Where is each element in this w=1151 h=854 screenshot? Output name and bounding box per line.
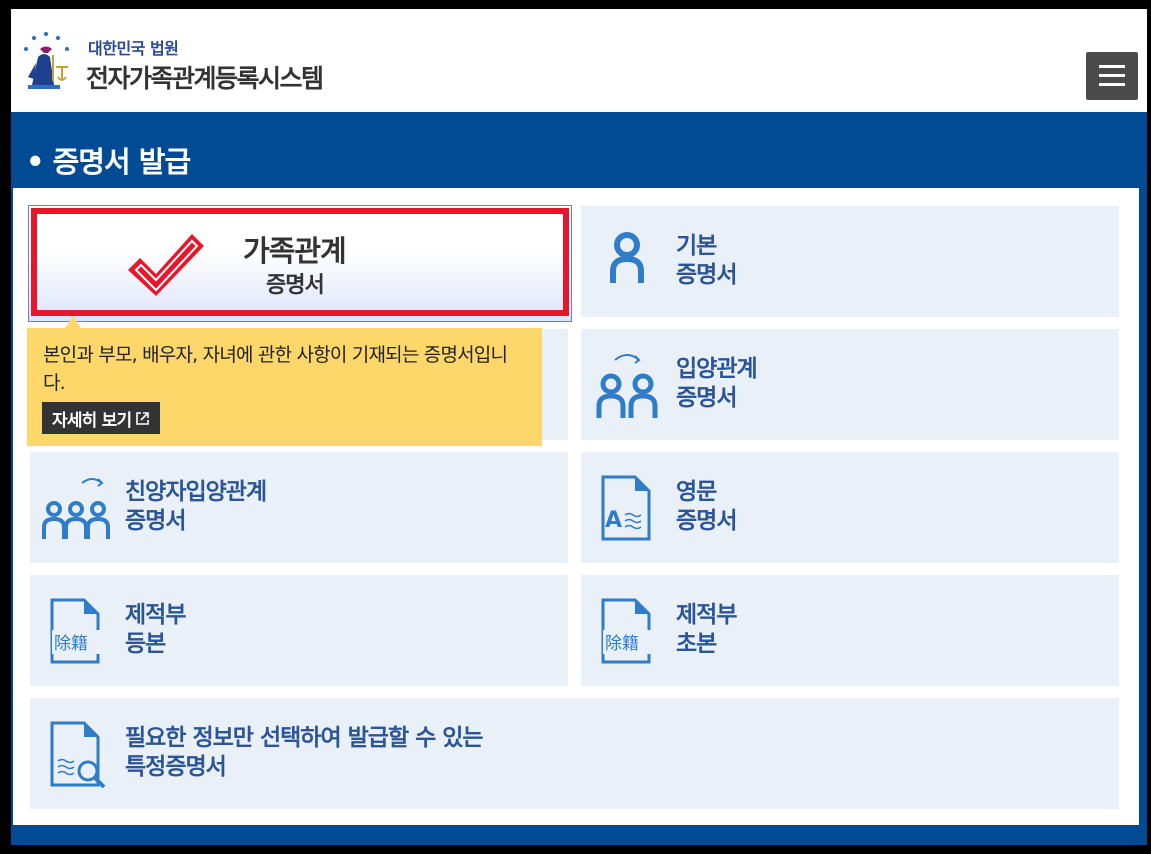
- card-basic-certificate[interactable]: 기본 증명서: [581, 206, 1119, 317]
- certificate-menu: 기본 증명서 입양관계 증명서 친양자입양관계 증명서 A 영문 증명서 除籍 …: [13, 188, 1139, 825]
- card-label: 제적부: [125, 602, 186, 628]
- card-adoption-certificate[interactable]: 입양관계 증명서: [581, 329, 1119, 440]
- card-label: 친양자입양관계: [125, 479, 267, 505]
- removed-register-document-icon: 除籍: [50, 598, 110, 664]
- check-mark-icon: [128, 234, 204, 296]
- removed-register-document-icon: 除籍: [601, 598, 661, 664]
- site-header: 대한민국 법원 전자가족관계등록시스템: [11, 9, 1147, 112]
- hamburger-icon: [1099, 65, 1125, 68]
- svg-text:除籍: 除籍: [54, 634, 88, 654]
- card-label: 증명서: [676, 508, 737, 534]
- card-label: 영문: [676, 479, 717, 505]
- card-label: 기본: [676, 233, 717, 259]
- court-emblem-icon: [24, 32, 69, 89]
- svg-text:A: A: [605, 508, 622, 533]
- more-details-button[interactable]: 자세히 보기: [42, 402, 161, 434]
- card-removed-register-abstract[interactable]: 除籍 제적부 초본: [581, 575, 1119, 686]
- card-biological-adoption-certificate[interactable]: 친양자입양관계 증명서: [30, 452, 568, 563]
- english-document-icon: A: [601, 475, 651, 541]
- tooltip-text: 본인과 부모, 배우자, 자녀에 관한 사항이 기재되는 증명서입니다.: [43, 344, 508, 394]
- svg-text:除籍: 除籍: [605, 634, 639, 654]
- org-name: 대한민국 법원: [88, 39, 179, 58]
- card-subtitle: 증명서: [266, 273, 325, 298]
- app-window: 대한민국 법원 전자가족관계등록시스템 • 증명서 발급 기본 증명서 입양관계…: [11, 9, 1147, 845]
- card-label: 제적부: [676, 602, 737, 628]
- card-label: 증명서: [125, 508, 186, 534]
- page-title: • 증명서 발급: [26, 145, 191, 179]
- external-link-icon: [136, 411, 150, 425]
- card-specific-certificate[interactable]: 필요한 정보만 선택하여 발급할 수 있는 특정증명서: [30, 698, 1119, 809]
- two-persons-swap-icon: [596, 354, 658, 418]
- tooltip-arrow: [65, 316, 81, 328]
- card-label: 특정증명서: [125, 754, 227, 780]
- card-family-relation-certificate[interactable]: 가족관계 증명서: [28, 205, 572, 322]
- card-label: 등본: [125, 631, 166, 657]
- card-label: 입양관계: [676, 356, 758, 382]
- person-icon: [610, 232, 644, 283]
- three-persons-swap-icon: [42, 478, 110, 539]
- menu-button[interactable]: [1086, 52, 1138, 100]
- hamburger-icon: [1099, 83, 1125, 86]
- hamburger-icon: [1099, 74, 1125, 77]
- card-english-certificate[interactable]: A 영문 증명서: [581, 452, 1119, 563]
- card-label: 초본: [676, 631, 717, 657]
- card-label: 증명서: [676, 262, 737, 288]
- card-label: 증명서: [676, 385, 737, 411]
- more-details-label: 자세히 보기: [52, 410, 132, 431]
- card-label: 필요한 정보만 선택하여 발급할 수 있는: [125, 725, 484, 751]
- card-title: 가족관계: [243, 234, 347, 268]
- system-name[interactable]: 전자가족관계등록시스템: [86, 59, 324, 95]
- description-tooltip: 본인과 부모, 배우자, 자녀에 관한 사항이 기재되는 증명서입니다. 자세히…: [27, 328, 542, 446]
- card-removed-register-full[interactable]: 除籍 제적부 등본: [30, 575, 568, 686]
- document-search-icon: [50, 721, 106, 789]
